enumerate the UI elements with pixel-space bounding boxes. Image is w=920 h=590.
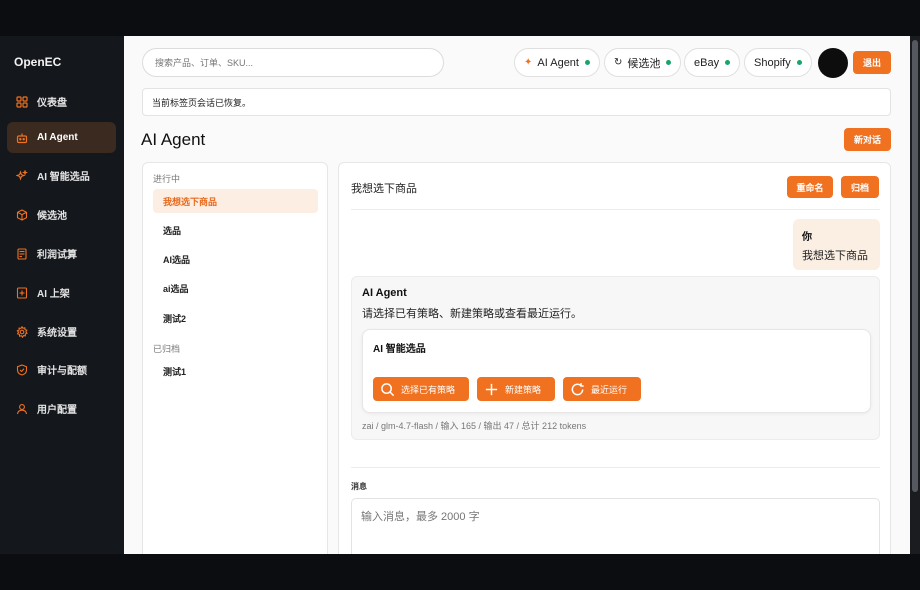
pill-ebay[interactable]: eBay — [684, 48, 741, 77]
rename-button[interactable]: 重命名 — [787, 176, 833, 198]
sidebar-item-profit-calc[interactable]: 利润试算 — [7, 238, 116, 269]
shield-icon — [16, 363, 28, 376]
sidebar-item-label: 用户配置 — [37, 405, 77, 416]
list-item[interactable]: 选品 — [153, 218, 318, 242]
agent-message-card: AI Agent 请选择已有策略、新建策略或查看最近运行。 AI 智能选品 选择… — [351, 276, 880, 440]
status-dot-icon — [584, 60, 590, 65]
avatar[interactable] — [818, 48, 848, 78]
sidebar-item-label: 仪表盘 — [37, 98, 67, 109]
sparkle-icon: ✦ — [524, 57, 533, 68]
user-icon — [16, 403, 28, 415]
status-dot-icon — [725, 60, 731, 65]
message-author: 你 — [802, 232, 812, 243]
top-black-bar — [0, 0, 920, 36]
list-item[interactable]: ai选品 — [153, 276, 318, 300]
main-content: ✦ AI Agent ↻ 候选池 eBay Shopify 退出 当前标签页会话… — [124, 36, 910, 554]
button-label: 最近运行 — [591, 384, 628, 395]
chat-title: 我想选下商品 — [351, 183, 417, 195]
box-icon — [16, 208, 28, 221]
list-item[interactable]: 测试1 — [153, 359, 318, 383]
pill-label: Shopify — [754, 56, 791, 69]
bottom-black-bar — [0, 554, 920, 590]
sidebar-item-label: 系统设置 — [37, 328, 77, 339]
app-window: OpenEC 仪表盘 AI Agent AI 智能选品 候选池 利润试算 AI … — [0, 36, 920, 554]
brand-logo: OpenEC — [14, 55, 62, 69]
token-usage-text: zai / glm-4.7-flash / 输入 165 / 输出 47 / 总… — [362, 421, 587, 431]
gear-icon — [16, 325, 28, 338]
group-archived-label: 已归档 — [153, 344, 181, 354]
sidebar-item-label: AI 上架 — [37, 289, 70, 300]
sidebar-item-ai-listing[interactable]: AI 上架 — [7, 277, 116, 308]
conversation-list: 进行中 我想选下商品 选品 AI选品 ai选品 测试2 已归档 测试1 — [142, 162, 328, 554]
button-label: 选择已有策略 — [401, 384, 456, 395]
refresh-icon — [571, 382, 584, 395]
select-existing-strategy-button[interactable]: 选择已有策略 — [373, 377, 469, 401]
sidebar-item-settings[interactable]: 系统设置 — [7, 316, 116, 347]
sidebar-item-candidate-pool[interactable]: 候选池 — [7, 199, 116, 230]
pill-label: 候选池 — [627, 57, 661, 70]
button-label: 新建策略 — [505, 384, 542, 395]
ai-selection-card: AI 智能选品 选择已有策略 新建策略 最近运行 — [362, 329, 871, 413]
pill-label: AI Agent — [537, 56, 579, 69]
upload-icon — [16, 286, 28, 299]
list-item[interactable]: AI选品 — [153, 247, 318, 271]
message-author: AI Agent — [362, 287, 407, 299]
sidebar-item-label: AI 智能选品 — [37, 172, 90, 183]
search-icon — [381, 382, 395, 396]
list-item[interactable]: 我想选下商品 — [153, 189, 318, 213]
sparkle-icon — [16, 169, 28, 182]
message-text: 请选择已有策略、新建策略或查看最近运行。 — [362, 308, 582, 320]
sidebar-item-user-config[interactable]: 用户配置 — [7, 393, 116, 424]
sidebar-item-label: 审计与配额 — [37, 366, 87, 377]
pill-label: eBay — [694, 56, 720, 69]
logout-button[interactable]: 退出 — [853, 51, 891, 74]
pill-ai-agent[interactable]: ✦ AI Agent — [514, 48, 600, 77]
user-message-bubble: 你 我想选下商品 — [793, 219, 880, 270]
scrollbar-thumb[interactable] — [912, 40, 918, 492]
chat-panel: 我想选下商品 重命名 归档 你 我想选下商品 AI Agent 请选择已有策略、… — [338, 162, 891, 554]
bot-icon — [16, 132, 28, 144]
calculator-icon — [16, 247, 28, 260]
sidebar: OpenEC 仪表盘 AI Agent AI 智能选品 候选池 利润试算 AI … — [0, 36, 124, 554]
card-title: AI 智能选品 — [373, 344, 426, 355]
status-dot-icon — [666, 60, 672, 65]
recent-runs-button[interactable]: 最近运行 — [563, 377, 641, 401]
search-input[interactable] — [142, 48, 444, 77]
session-restored-notice: 当前标签页会话已恢复。 — [142, 88, 891, 116]
status-dot-icon — [796, 60, 802, 65]
sidebar-item-label: 候选池 — [37, 211, 67, 222]
divider — [351, 209, 880, 210]
new-strategy-button[interactable]: 新建策略 — [477, 377, 555, 401]
message-text: 我想选下商品 — [802, 250, 868, 262]
list-item[interactable]: 测试2 — [153, 306, 318, 330]
pill-candidate-pool[interactable]: ↻ 候选池 — [604, 48, 682, 77]
sidebar-item-label: AI Agent — [37, 132, 78, 143]
sidebar-item-ai-selection[interactable]: AI 智能选品 — [7, 160, 116, 191]
sidebar-item-ai-agent[interactable]: AI Agent — [7, 122, 116, 153]
pill-shopify[interactable]: Shopify — [744, 48, 812, 77]
dashboard-icon — [16, 95, 28, 108]
message-input[interactable] — [351, 498, 880, 554]
refresh-icon: ↻ — [614, 57, 623, 68]
sidebar-item-dashboard[interactable]: 仪表盘 — [7, 86, 116, 117]
page-title: AI Agent — [141, 130, 206, 149]
plus-icon — [485, 383, 498, 395]
divider — [351, 467, 880, 468]
group-active-label: 进行中 — [153, 174, 181, 184]
archive-button[interactable]: 归档 — [841, 176, 879, 198]
new-chat-button[interactable]: 新对话 — [844, 128, 891, 151]
sidebar-item-label: 利润试算 — [37, 250, 77, 261]
message-label: 消息 — [351, 482, 367, 491]
sidebar-item-audit-quota[interactable]: 审计与配额 — [7, 354, 116, 385]
